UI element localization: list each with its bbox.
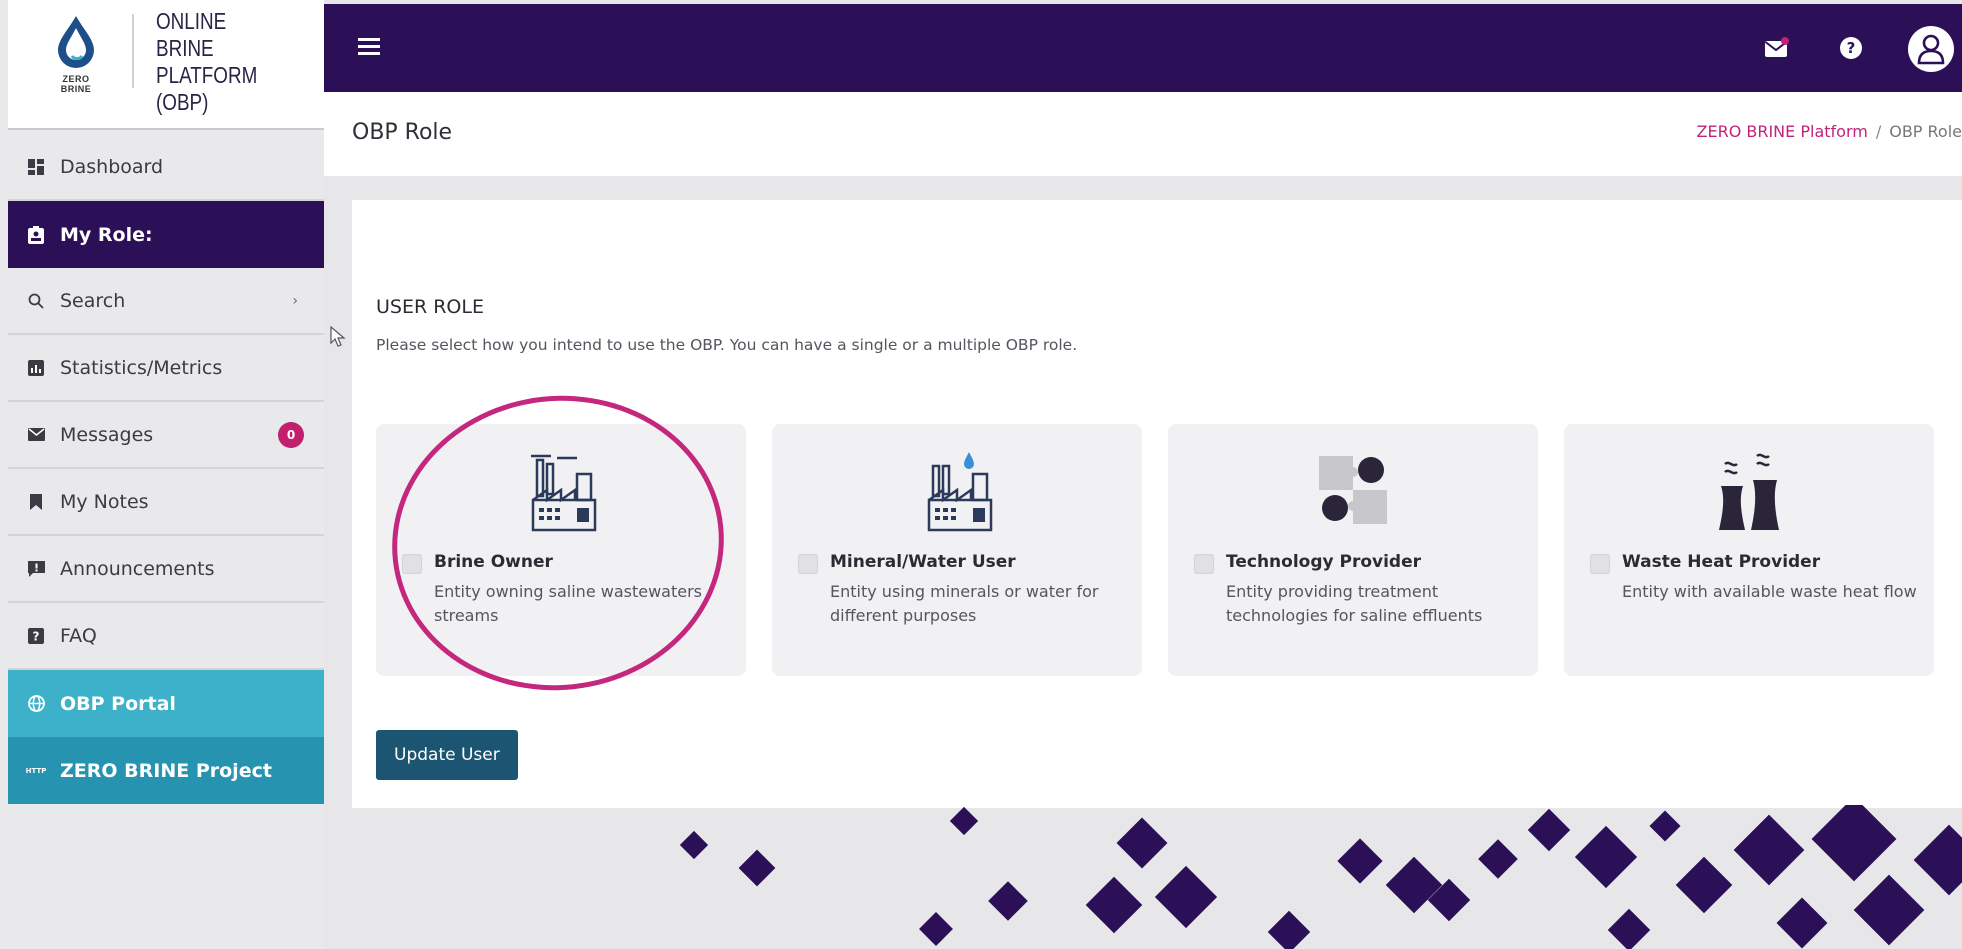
user-avatar-icon[interactable]: [1908, 26, 1954, 72]
sidebar-item-label: My Role:: [60, 223, 153, 246]
brand-divider: [132, 14, 134, 88]
chevron-right-icon: ›: [292, 292, 298, 309]
bookmark-icon: [26, 492, 46, 512]
update-user-button[interactable]: Update User: [376, 730, 518, 780]
role-checkbox[interactable]: [798, 554, 818, 574]
sidebar-item-label: Statistics/Metrics: [60, 356, 223, 379]
search-icon: [26, 291, 46, 311]
link-icon: HTTP: [25, 766, 47, 775]
sidebar-item-label: ZERO BRINE Project: [60, 759, 272, 782]
decorative-diamond-pattern: [679, 805, 1962, 949]
breadcrumb-link-platform[interactable]: ZERO BRINE Platform: [1697, 122, 1868, 141]
chart-icon: [26, 358, 46, 378]
envelope-icon: [26, 425, 46, 445]
sidebar-item-obp-portal[interactable]: OBP Portal: [8, 670, 324, 737]
question-icon: ?: [26, 626, 46, 646]
page-header: OBP Role ZERO BRINE Platform / OBP Role: [324, 92, 1962, 176]
breadcrumb: ZERO BRINE Platform / OBP Role: [1697, 122, 1962, 141]
sidebar-item-messages[interactable]: Messages 0: [8, 402, 324, 469]
sidebar-item-label: FAQ: [60, 624, 97, 647]
messages-count-badge: 0: [278, 421, 304, 448]
sidebar-item-label: Announcements: [60, 557, 215, 580]
sidebar-item-label: Search: [60, 289, 126, 312]
sidebar-item-search[interactable]: Search ›: [8, 268, 324, 335]
sidebar: ZERO BRINE ONLINE BRINE PLATFORM (OBP) D…: [0, 0, 324, 949]
role-name: Waste Heat Provider: [1622, 552, 1821, 572]
sidebar-item-zero-brine-project[interactable]: HTTP ZERO BRINE Project: [8, 737, 324, 804]
water-drop-logo-icon: [58, 16, 94, 68]
sidebar-item-dashboard[interactable]: Dashboard: [8, 134, 324, 201]
factory-water-icon: [927, 452, 993, 532]
logo-text: ZERO BRINE: [60, 74, 92, 94]
svg-text:?: ?: [33, 629, 40, 643]
announcement-icon: [26, 559, 46, 579]
puzzle-icon: [1319, 456, 1387, 524]
role-description: Entity with available waste heat flow: [1622, 582, 1917, 601]
mail-notification-icon[interactable]: [1764, 36, 1790, 58]
role-name: Technology Provider: [1226, 552, 1422, 572]
sidebar-item-statistics[interactable]: Statistics/Metrics: [8, 335, 324, 402]
platform-title-line: PLATFORM (OBP): [156, 62, 258, 115]
menu-toggle-icon[interactable]: [358, 38, 380, 56]
platform-title-line: BRINE: [156, 35, 214, 61]
section-heading: USER ROLE: [376, 296, 484, 318]
role-description: Entity using minerals or water for diffe…: [830, 582, 1099, 625]
cooling-tower-icon: [1719, 453, 1779, 530]
role-checkbox[interactable]: [1590, 554, 1610, 574]
role-option-waste-heat-provider[interactable]: Waste Heat Provider Entity with availabl…: [1564, 424, 1934, 676]
sidebar-item-faq[interactable]: ? FAQ: [8, 603, 324, 670]
sidebar-item-label: Dashboard: [60, 155, 164, 178]
platform-title: ONLINE BRINE PLATFORM (OBP): [156, 8, 295, 116]
role-option-mineral-water-user[interactable]: Mineral/Water User Entity using minerals…: [772, 424, 1142, 676]
mouse-cursor-icon: [330, 326, 346, 347]
breadcrumb-current: OBP Role: [1889, 122, 1962, 141]
dashboard-icon: [26, 157, 46, 177]
platform-title-line: ONLINE: [156, 8, 227, 34]
sidebar-item-label: My Notes: [60, 490, 149, 513]
top-bar: ?: [324, 4, 1962, 92]
sidebar-item-announcements[interactable]: Announcements: [8, 536, 324, 603]
role-name: Mineral/Water User: [830, 552, 1016, 572]
section-description: Please select how you intend to use the …: [376, 336, 1078, 354]
sidebar-item-label: OBP Portal: [60, 692, 176, 715]
role-description: Entity providing treatment technologies …: [1226, 582, 1483, 625]
page-title: OBP Role: [352, 120, 453, 145]
help-icon[interactable]: ?: [1840, 37, 1862, 59]
globe-icon: [26, 694, 46, 714]
role-option-technology-provider[interactable]: Technology Provider Entity providing tre…: [1168, 424, 1538, 676]
sidebar-item-my-role[interactable]: My Role:: [8, 201, 324, 268]
sidebar-item-my-notes[interactable]: My Notes: [8, 469, 324, 536]
breadcrumb-separator: /: [1875, 122, 1882, 141]
role-checkbox[interactable]: [1194, 554, 1214, 574]
sidebar-nav: Dashboard My Role: Search › Statistics/M…: [8, 134, 324, 804]
sidebar-item-label: Messages: [60, 423, 154, 446]
id-card-icon: [26, 225, 46, 245]
brand-header[interactable]: ZERO BRINE ONLINE BRINE PLATFORM (OBP): [8, 0, 324, 130]
